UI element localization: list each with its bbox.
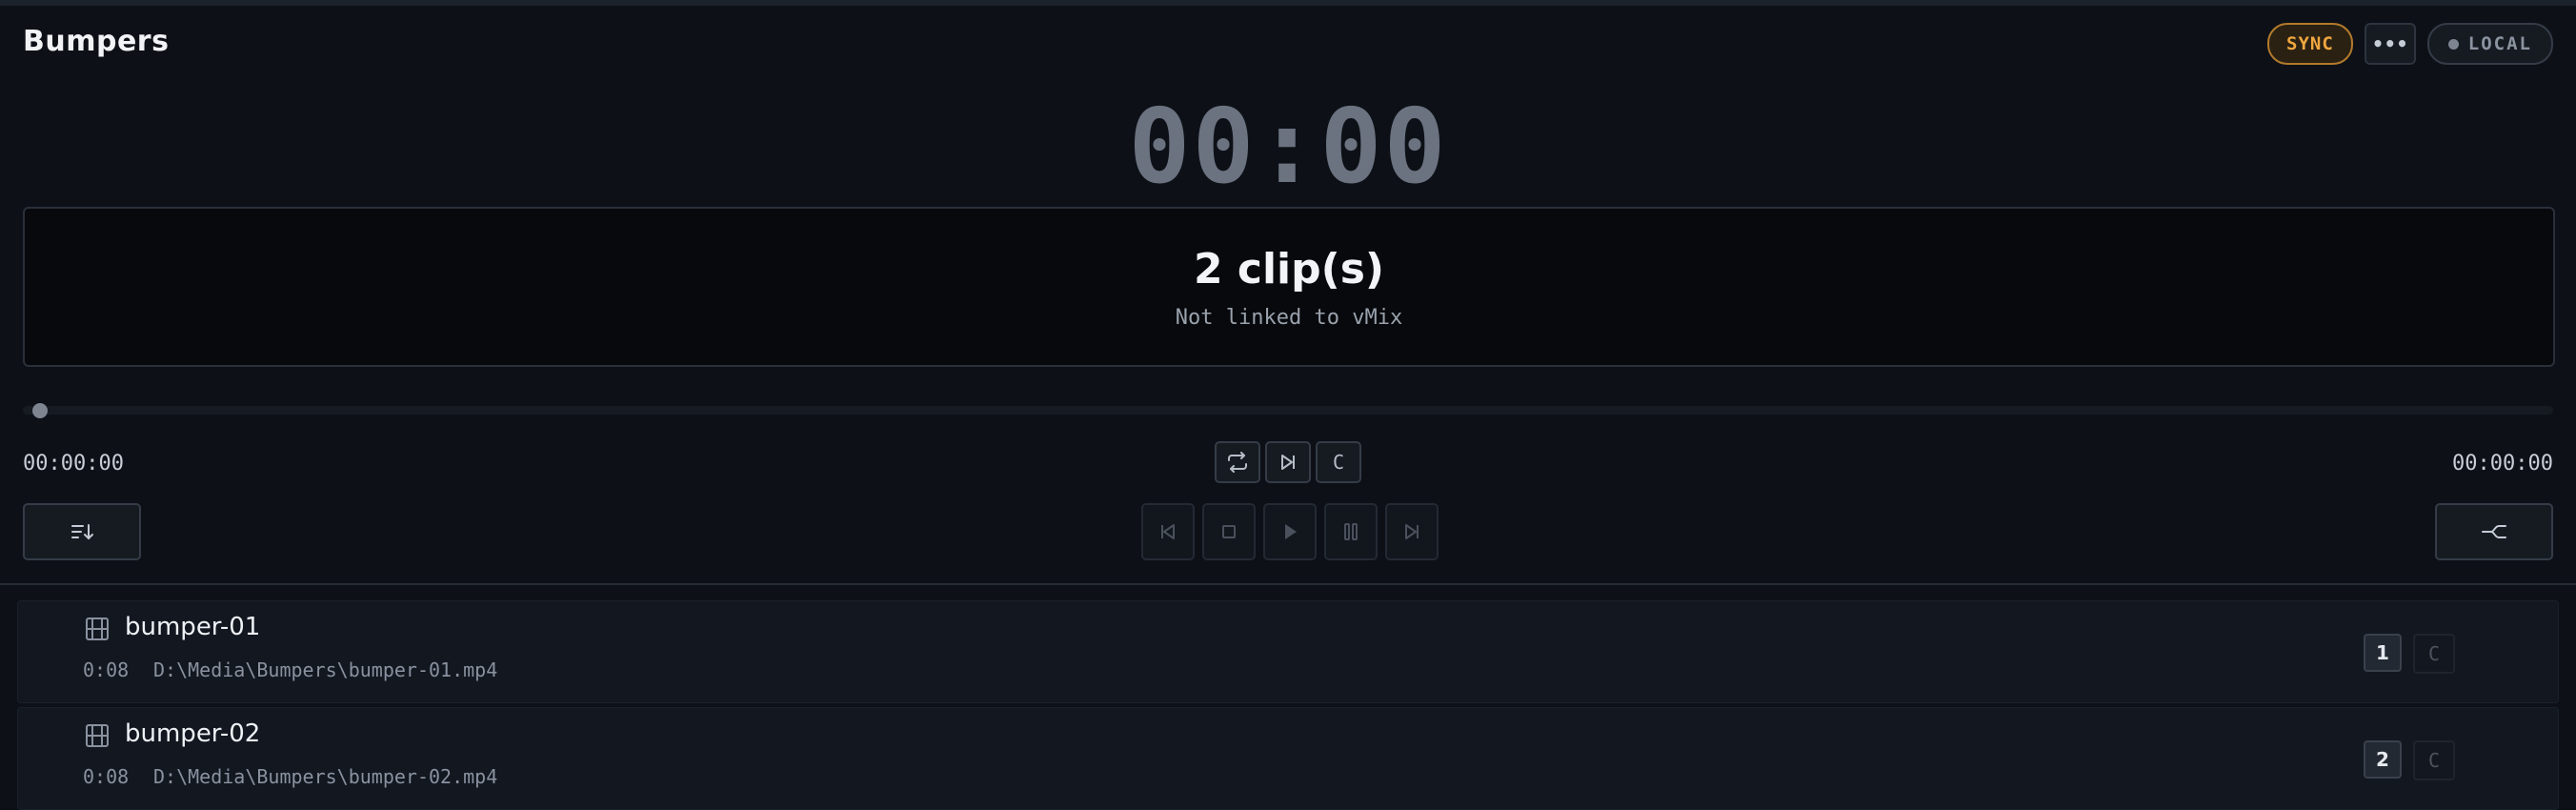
pause-icon [1344,523,1358,540]
clip-cue-button[interactable]: C [2413,740,2455,780]
film-icon [86,618,109,640]
clip-name: bumper-01 [125,613,261,641]
remaining-time: 00:00:00 [2452,452,2553,476]
repeat-icon [1228,452,1247,473]
local-mode-button[interactable]: LOCAL [2426,23,2553,65]
mix-output-button[interactable] [2435,503,2553,560]
clip-path: D:\Media\Bumpers\bumper-01.mp4 [153,658,498,681]
progress-handle[interactable] [32,403,48,418]
clip-list-item[interactable]: bumper-02 0:08 D:\Media\Bumpers\bumper-0… [17,707,2559,810]
clip-number-badge[interactable]: 2 [2364,740,2402,779]
clip-duration: 0:08 [83,658,130,681]
auto-next-button[interactable] [1265,441,1311,483]
page-title: Bumpers [23,25,170,58]
sort-button[interactable] [23,503,141,560]
progress-track[interactable] [23,406,2553,415]
clip-list-item[interactable]: bumper-01 0:08 D:\Media\Bumpers\bumper-0… [17,600,2559,703]
elapsed-time: 00:00:00 [23,452,124,476]
divider [0,583,2576,585]
next-button[interactable] [1385,503,1439,560]
link-status: Not linked to vMix [1175,306,1403,330]
more-options-button[interactable]: ••• [2364,23,2416,65]
play-icon [1285,524,1297,539]
clip-number-badge[interactable]: 1 [2364,634,2402,672]
branch-icon [2482,525,2506,538]
countdown-clock: 00:00 [1128,88,1448,207]
sync-button[interactable]: SYNC [2267,23,2353,65]
header-actions: SYNC ••• LOCAL [2267,23,2553,65]
stop-icon [1222,525,1236,538]
pause-button[interactable] [1324,503,1378,560]
skip-previous-icon [1161,524,1175,539]
local-label: LOCAL [2467,33,2532,54]
clip-duration: 0:08 [83,765,130,788]
sort-icon [71,524,93,540]
clip-path: D:\Media\Bumpers\bumper-02.mp4 [153,765,498,788]
skip-next-icon [1405,524,1419,539]
loop-button[interactable] [1215,441,1260,483]
film-icon [86,724,109,747]
stop-button[interactable] [1202,503,1256,560]
more-icon: ••• [2371,32,2408,55]
cue-button[interactable]: C [1316,441,1361,483]
previous-button[interactable] [1141,503,1195,560]
play-button[interactable] [1263,503,1317,560]
clip-name: bumper-02 [125,719,261,748]
status-panel: 2 clip(s) Not linked to vMix [23,207,2555,367]
skip-next-icon [1281,455,1295,470]
clip-cue-button[interactable]: C [2413,634,2455,674]
status-dot-icon [2447,38,2459,50]
clip-count: 2 clip(s) [1193,245,1385,294]
